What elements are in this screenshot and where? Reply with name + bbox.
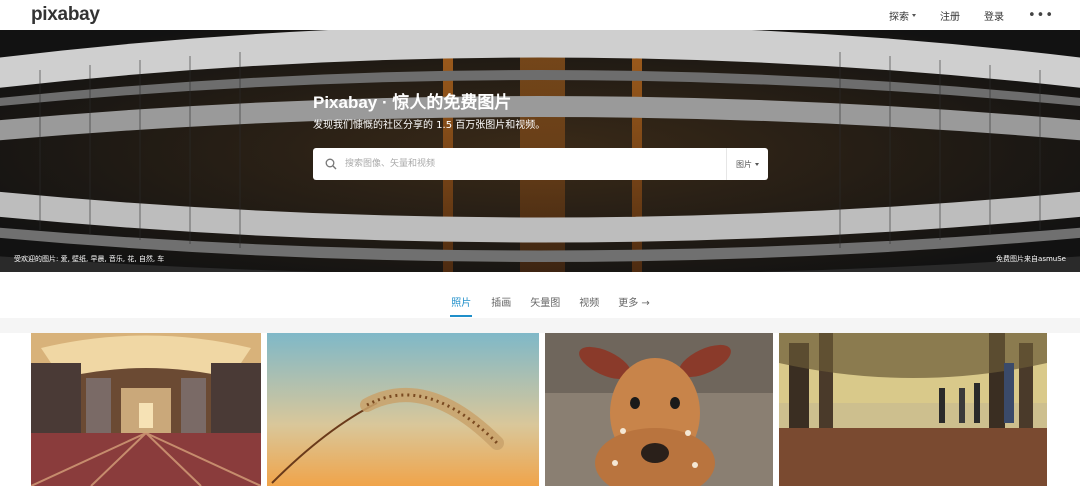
- tab-videos[interactable]: 视频: [579, 290, 599, 317]
- hero-banner: Pixabay · 惊人的免费图片 发现我们慷慨的社区分享的 1.5 百万张图片…: [0, 30, 1080, 272]
- image-credit[interactable]: 免费图片来自asmuSe: [996, 254, 1066, 264]
- signup-link[interactable]: 注册: [940, 8, 960, 23]
- search-bar: 图片: [313, 148, 768, 180]
- search-type-label: 图片: [736, 159, 752, 169]
- tab-vectors[interactable]: 矢量图: [530, 290, 560, 317]
- login-link[interactable]: 登录: [984, 8, 1004, 23]
- hero-title: Pixabay · 惊人的免费图片: [313, 93, 512, 112]
- popular-searches[interactable]: 受欢迎的图片: 爱, 壁纸, 早晨, 音乐, 花, 自然, 车: [14, 254, 164, 264]
- gallery-photo-park[interactable]: [779, 333, 1047, 486]
- pixabay-logo[interactable]: pixabay: [31, 4, 100, 26]
- hero-subtitle: 发现我们慷慨的社区分享的 1.5 百万张图片和视频。: [313, 120, 546, 131]
- gallery-photo-metro[interactable]: [31, 333, 261, 486]
- top-navbar: pixabay 探索 注册 登录 •••: [0, 0, 1080, 30]
- image-gallery: [0, 333, 1080, 490]
- tab-illustrations[interactable]: 插画: [491, 290, 511, 317]
- tab-photos[interactable]: 照片: [450, 290, 473, 317]
- gallery-photo-grass[interactable]: [267, 333, 539, 486]
- grass-seed-photo: [267, 333, 539, 486]
- section-divider: [0, 318, 1080, 333]
- deer-photo: [545, 333, 773, 486]
- autumn-park-photo: [779, 333, 1047, 486]
- search-input[interactable]: [345, 148, 726, 180]
- metro-station-photo: [31, 333, 261, 486]
- search-icon[interactable]: [317, 148, 345, 180]
- chevron-down-icon: [911, 13, 916, 17]
- explore-label: 探索: [888, 11, 909, 23]
- explore-menu[interactable]: 探索: [889, 8, 916, 23]
- media-type-tabs: 照片 插画 矢量图 视频 更多 →: [0, 290, 1080, 320]
- gallery-photo-deer[interactable]: [545, 333, 773, 486]
- search-type-dropdown[interactable]: 图片: [726, 148, 768, 180]
- tab-more[interactable]: 更多 →: [618, 290, 650, 317]
- chevron-down-icon: [755, 162, 759, 166]
- more-options-icon[interactable]: •••: [1028, 9, 1054, 22]
- nav-menu: 探索 注册 登录 •••: [889, 8, 1054, 23]
